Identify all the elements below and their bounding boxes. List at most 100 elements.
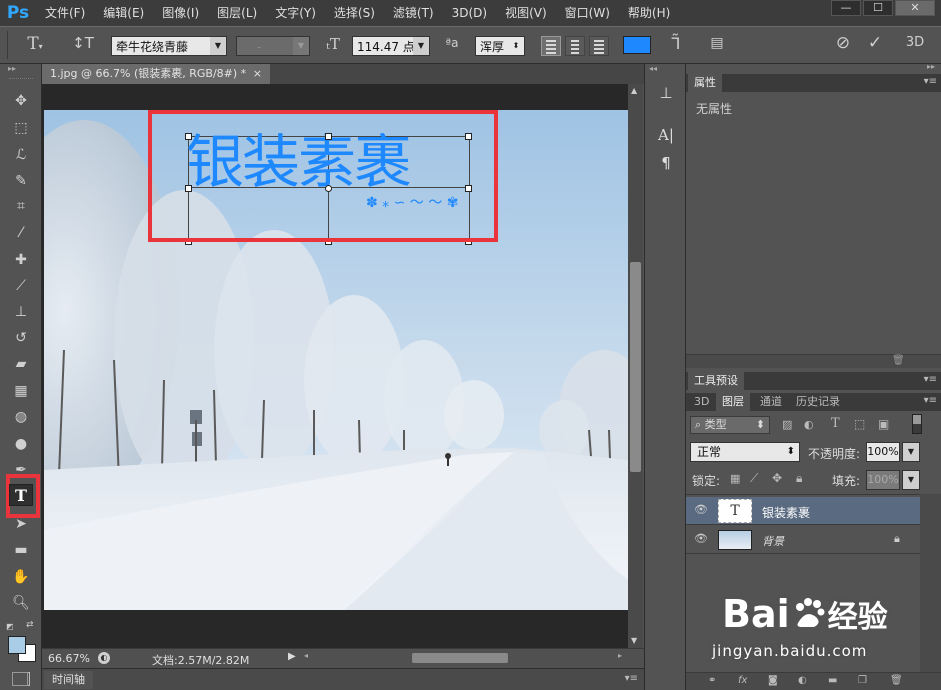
healing-brush-tool-icon[interactable]: ✚ xyxy=(9,249,33,271)
zoom-level[interactable]: 66.67% xyxy=(48,652,90,665)
layer-row-text[interactable]: 👁︎ T 银装素裹 xyxy=(686,497,920,525)
marquee-tool-icon[interactable]: ⬚ xyxy=(9,117,33,139)
lock-position-icon[interactable]: ✥ xyxy=(772,471,782,485)
filter-toggle-switch[interactable] xyxy=(912,414,922,434)
tab-layers[interactable]: 图层 xyxy=(716,393,750,411)
timeline-tab[interactable]: 时间轴 xyxy=(44,671,93,689)
layer-name[interactable]: 银装素裹 xyxy=(762,504,810,521)
paragraph-panel-icon[interactable]: ¶ xyxy=(655,154,677,176)
new-group-icon[interactable]: ▬ xyxy=(828,675,837,686)
eyedropper-tool-icon[interactable]: ⁄ xyxy=(9,222,33,244)
layer-name[interactable]: 背景 xyxy=(762,533,784,549)
align-left-button[interactable] xyxy=(541,36,561,56)
lock-image-icon[interactable]: ⟋ xyxy=(750,471,758,486)
warp-text-icon[interactable]: Ꞁ̃ xyxy=(665,34,687,53)
close-tab-icon[interactable]: × xyxy=(253,64,262,84)
menu-file[interactable]: 文件(F) xyxy=(36,0,94,26)
character-panel-icon[interactable]: A| xyxy=(655,126,677,148)
character-panel-icon[interactable]: ▤ xyxy=(706,35,728,51)
fill-dropdown-icon[interactable]: ▼ xyxy=(902,470,920,490)
dodge-tool-icon[interactable]: ● xyxy=(9,433,33,455)
font-size-select[interactable]: 114.47 点 ▼ xyxy=(352,36,430,56)
layer-filter-select[interactable]: ⌕ 类型 ⬍ xyxy=(690,416,770,434)
maximize-button[interactable]: ☐ xyxy=(863,0,893,16)
menu-help[interactable]: 帮助(H) xyxy=(619,0,679,26)
layers-scrollbar[interactable] xyxy=(920,494,941,672)
cancel-edit-icon[interactable]: ⊘ xyxy=(832,33,854,53)
text-color-swatch[interactable] xyxy=(623,36,651,54)
tab-3d[interactable]: 3D xyxy=(688,393,715,411)
filter-pixel-icon[interactable]: ▨ xyxy=(782,418,792,431)
hand-tool-icon[interactable]: ✋ xyxy=(9,566,33,588)
lock-transparent-icon[interactable]: ▦ xyxy=(730,472,740,485)
type-tool-icon[interactable]: T xyxy=(9,484,33,506)
crop-tool-icon[interactable]: ⌗ xyxy=(9,195,33,217)
properties-tab[interactable]: 属性 xyxy=(688,74,722,92)
filter-smart-object-icon[interactable]: ▣ xyxy=(878,417,889,431)
document-tab[interactable]: 1.jpg @ 66.7% (银装素裹, RGB/8#) * × xyxy=(42,64,270,84)
blend-mode-select[interactable]: 正常 ⬍ xyxy=(690,442,800,462)
status-info-icon[interactable]: ◐ xyxy=(98,652,110,664)
menu-layer[interactable]: 图层(L) xyxy=(208,0,266,26)
panel-menu-icon[interactable]: ▾≡ xyxy=(924,76,937,87)
type-tool-preset-icon[interactable]: T▾ xyxy=(20,34,50,54)
menu-3d[interactable]: 3D(D) xyxy=(443,0,496,26)
menu-select[interactable]: 选择(S) xyxy=(325,0,384,26)
link-layers-icon[interactable]: ⚭ xyxy=(708,675,716,686)
visibility-eye-icon[interactable]: 👁︎ xyxy=(694,503,708,517)
foreground-color-swatch[interactable] xyxy=(8,636,26,654)
3d-icon[interactable]: 3D xyxy=(902,35,928,50)
filter-shape-icon[interactable]: ⬚ xyxy=(854,417,865,431)
antialias-select[interactable]: 浑厚 ⬍ xyxy=(475,36,525,56)
scroll-right-icon[interactable]: ▸ xyxy=(618,651,622,660)
opacity-input[interactable]: 100% xyxy=(866,442,900,462)
filter-adjustment-icon[interactable]: ◐ xyxy=(804,418,814,431)
rectangle-tool-icon[interactable]: ▬ xyxy=(9,539,33,561)
eraser-tool-icon[interactable]: ▰ xyxy=(9,353,33,375)
menu-type[interactable]: 文字(Y) xyxy=(266,0,325,26)
font-family-select[interactable]: 牵牛花绕青藤 ▼ xyxy=(111,36,227,56)
trash-icon[interactable]: 🗑︎ xyxy=(890,675,903,686)
menu-edit[interactable]: 编辑(E) xyxy=(94,0,153,26)
collapse-arrows-icon[interactable]: ▸▸ xyxy=(8,64,16,73)
tool-presets-tab[interactable]: 工具预设 xyxy=(688,372,744,390)
screen-mode-icon[interactable] xyxy=(12,672,28,686)
status-menu-arrow-icon[interactable]: ▶ xyxy=(288,651,296,662)
scroll-up-icon[interactable]: ▲ xyxy=(631,86,637,95)
lasso-tool-icon[interactable]: ℒ xyxy=(9,144,33,166)
font-style-select[interactable]: - ▼ xyxy=(236,36,310,56)
vertical-scroll-thumb[interactable] xyxy=(630,262,641,472)
gradient-tool-icon[interactable]: ▦ xyxy=(9,380,33,402)
tab-channels[interactable]: 通道 xyxy=(754,393,788,411)
blur-tool-icon[interactable]: ◍ xyxy=(9,406,33,428)
swap-colors-icon[interactable]: ⇄ xyxy=(26,620,34,630)
menu-image[interactable]: 图像(I) xyxy=(153,0,208,26)
visibility-eye-icon[interactable]: 👁︎ xyxy=(694,532,708,546)
collapse-arrows-icon[interactable]: ◂◂ xyxy=(649,64,657,73)
tool-presets-icon[interactable]: ⊥ xyxy=(655,84,677,106)
history-brush-tool-icon[interactable]: ↺ xyxy=(9,327,33,349)
layer-row-background[interactable]: 👁︎ 背景 🔒︎ xyxy=(686,526,920,554)
scroll-left-icon[interactable]: ◂ xyxy=(304,651,308,660)
align-right-button[interactable] xyxy=(589,36,609,56)
menu-filter[interactable]: 滤镜(T) xyxy=(384,0,443,26)
panel-menu-icon[interactable]: ▾≡ xyxy=(625,673,638,684)
move-tool-icon[interactable]: ✥ xyxy=(9,90,33,112)
scroll-down-icon[interactable]: ▼ xyxy=(631,636,637,645)
panel-menu-icon[interactable]: ▾≡ xyxy=(924,395,937,406)
align-center-button[interactable] xyxy=(565,36,585,56)
zoom-tool-icon[interactable]: 🔍︎ xyxy=(9,592,33,614)
tab-history[interactable]: 历史记录 xyxy=(790,393,846,411)
fx-icon[interactable]: fx xyxy=(738,675,747,686)
adjustment-layer-icon[interactable]: ◐ xyxy=(798,675,807,686)
default-colors-icon[interactable]: ◩ xyxy=(6,622,14,631)
filter-type-icon[interactable]: T xyxy=(831,416,840,431)
horizontal-scroll-thumb[interactable] xyxy=(412,653,508,663)
path-select-tool-icon[interactable]: ➤ xyxy=(9,513,33,535)
menu-view[interactable]: 视图(V) xyxy=(496,0,556,26)
commit-edit-icon[interactable]: ✓ xyxy=(864,33,886,53)
stamp-tool-icon[interactable]: ⊥ xyxy=(9,301,33,323)
add-mask-icon[interactable]: ◙ xyxy=(768,675,778,686)
opacity-dropdown-icon[interactable]: ▼ xyxy=(902,442,920,462)
trash-icon[interactable]: 🗑︎ xyxy=(892,355,905,366)
